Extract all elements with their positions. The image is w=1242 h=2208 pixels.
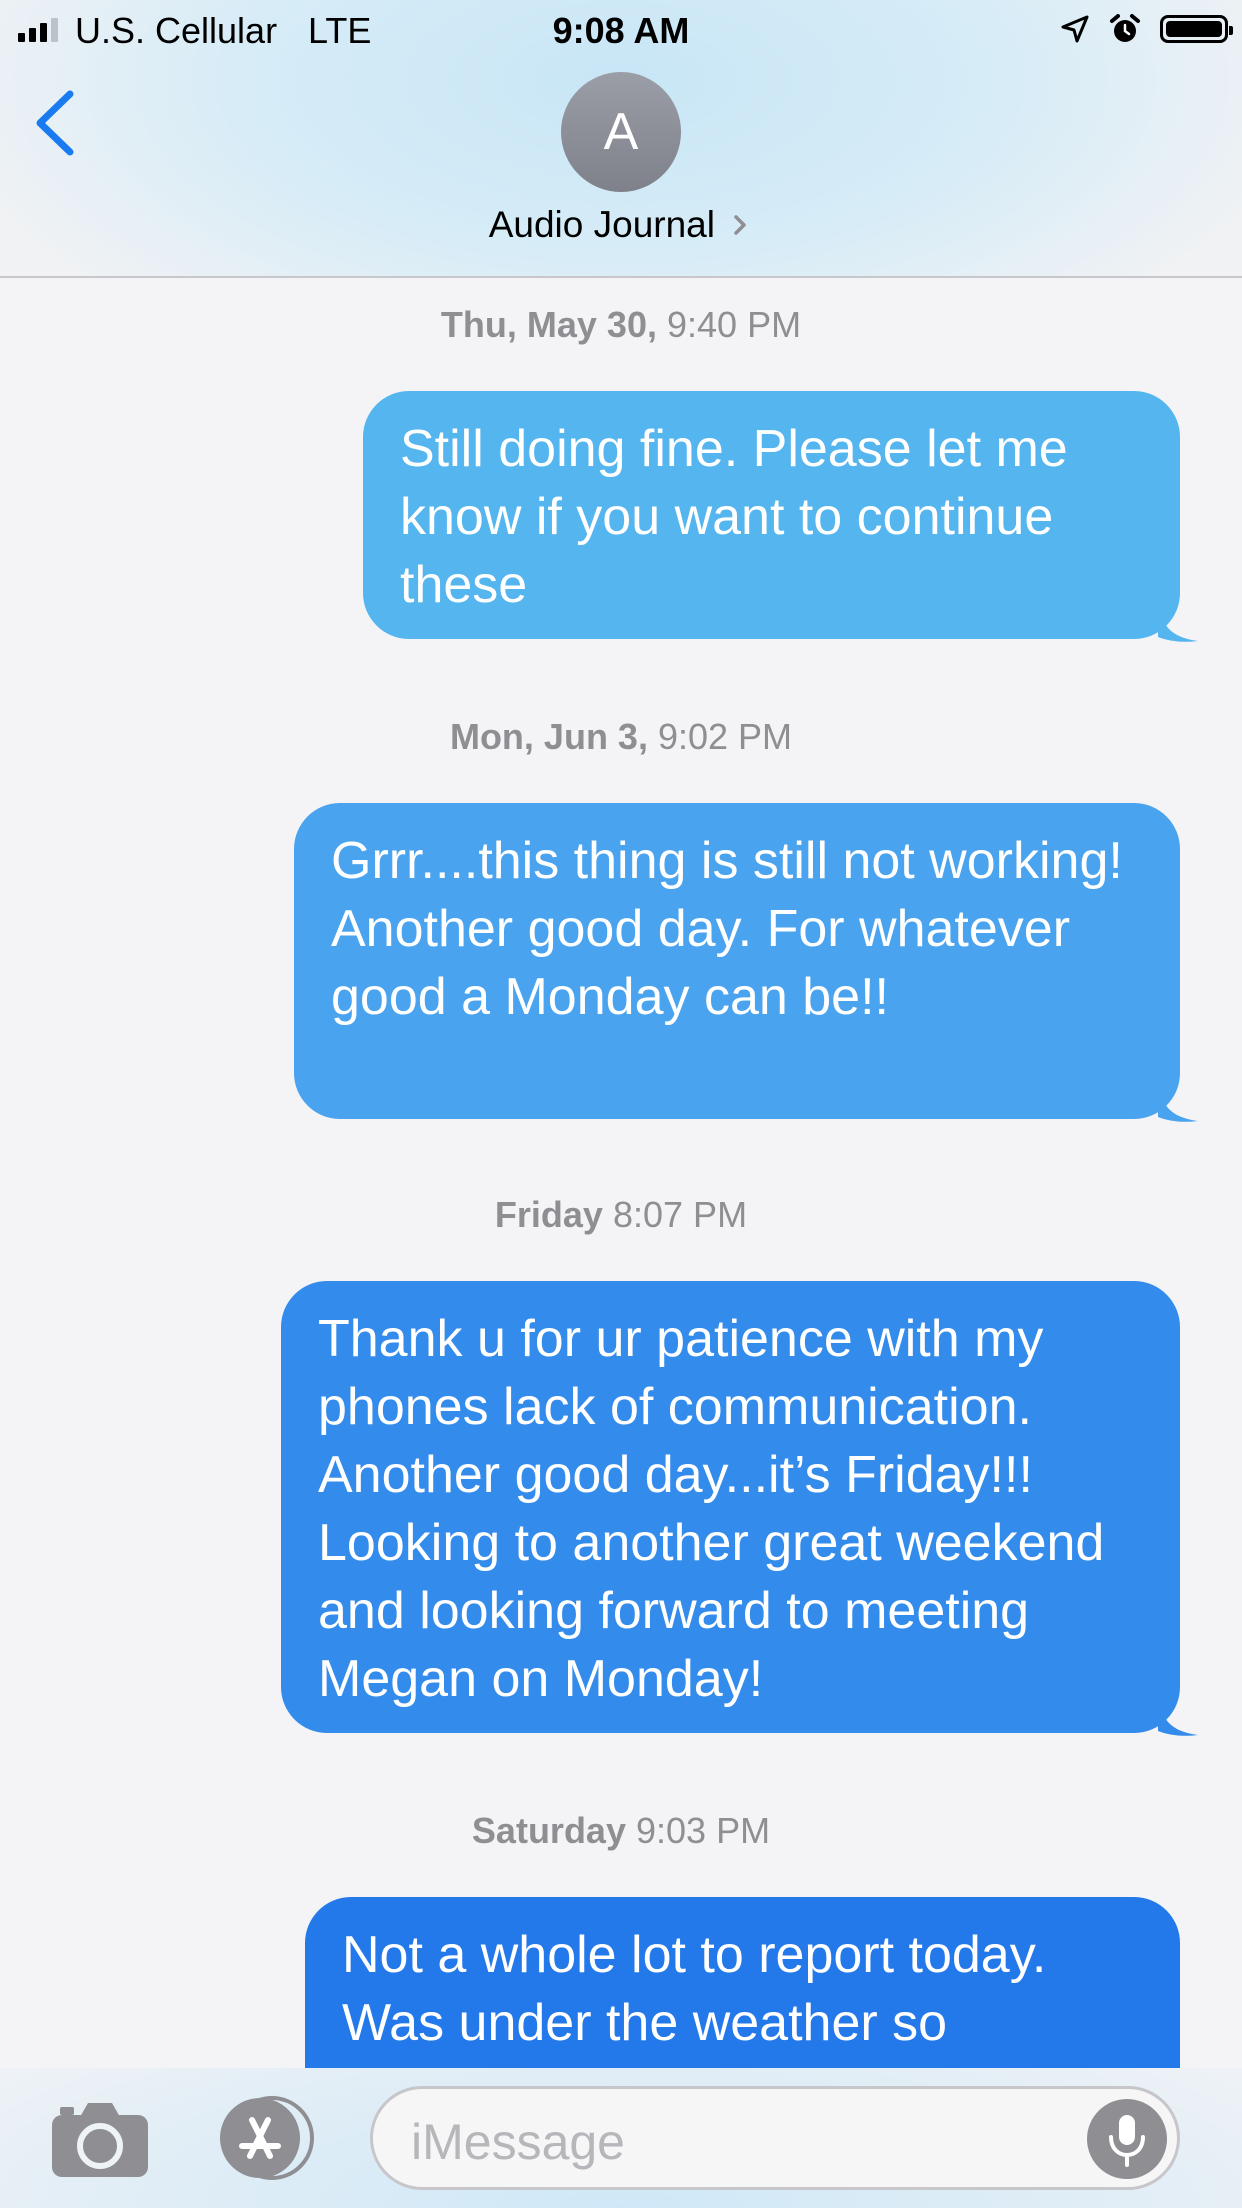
timestamp: Thu, May 30, 9:40 PM [440,304,802,345]
message-text: Not a whole lot to report today. Was und… [342,1926,1047,2052]
chevron-right-icon [734,215,747,235]
message-text: Grrr....this thing is still not working!… [331,832,1123,1026]
contact-name: Audio Journal [488,204,715,245]
bubble-tail [1158,597,1198,642]
message-bubble[interactable]: Still doing fine. Please let me know if … [363,391,1198,642]
bubble-tail [1158,1077,1198,1122]
battery-icon [1160,15,1233,43]
message-bubble[interactable]: Thank u for ur patience with my phones l… [281,1281,1198,1736]
app-store-icon [220,2096,314,2180]
message-text: Thank u for ur patience with my phones l… [318,1310,1105,1708]
alarm-icon [1110,14,1140,42]
message-text: Still doing fine. Please let me know if … [400,420,1068,614]
contact-name-button[interactable]: Audio Journal [0,204,1242,246]
timestamp: Friday 8:07 PM [494,1194,748,1235]
bubble-tail [1158,1691,1198,1736]
status-icons [1060,12,1233,46]
timestamp: Saturday 9:03 PM [471,1810,771,1851]
message-composer: iMessage [0,2068,1242,2208]
status-time: 9:08 AM [552,10,690,51]
app-store-button[interactable] [212,2096,318,2180]
chevron-left-icon [36,90,74,156]
back-button[interactable] [30,88,90,158]
camera-button[interactable] [52,2101,148,2177]
microphone-icon [1109,2115,1145,2167]
dictation-button[interactable] [1087,2099,1167,2179]
contact-avatar[interactable]: A [561,72,681,192]
camera-icon [52,2103,148,2177]
location-arrow-icon [1061,15,1089,43]
message-input[interactable]: iMessage [370,2086,1180,2190]
message-input-placeholder: iMessage [411,2114,625,2170]
timestamp: Mon, Jun 3, 9:02 PM [449,716,793,757]
message-bubble[interactable]: Grrr....this thing is still not working!… [294,803,1198,1122]
status-bar: U.S. Cellular LTE 9:08 AM [0,0,1242,60]
